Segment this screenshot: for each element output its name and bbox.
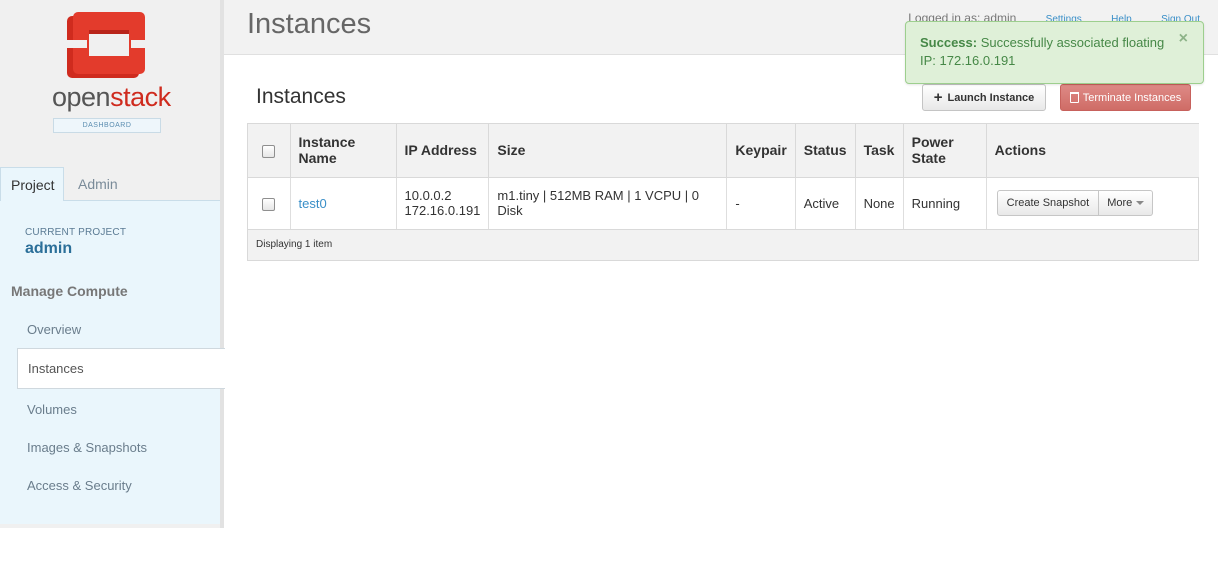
sidebar-item-volumes[interactable]: Volumes: [27, 402, 77, 417]
sidebar: openstack DASHBOARD Project Admin CURREN…: [0, 0, 225, 528]
terminate-instances-button[interactable]: Terminate Instances: [1060, 84, 1191, 111]
power-state-cell: Running: [903, 177, 987, 230]
nav-panel: CURRENT PROJECT admin Manage Compute Ove…: [0, 201, 225, 524]
brand-open: open: [52, 82, 111, 112]
plus-icon: +: [933, 89, 943, 106]
header-keypair[interactable]: Keypair: [726, 124, 796, 178]
trash-icon: [1069, 92, 1079, 103]
tab-project[interactable]: Project: [0, 167, 64, 202]
row-select-cell: [248, 177, 291, 230]
header-status[interactable]: Status: [795, 124, 856, 178]
row-checkbox[interactable]: [262, 197, 275, 211]
sidebar-item-overview[interactable]: Overview: [27, 322, 81, 337]
table-row: test0 10.0.0.2 172.16.0.191 m1.tiny | 51…: [248, 177, 1199, 230]
manage-compute-heading: Manage Compute: [11, 283, 128, 299]
size-cell: m1.tiny | 512MB RAM | 1 VCPU | 0 Disk: [488, 177, 728, 230]
close-icon[interactable]: ×: [1179, 30, 1188, 48]
current-project-label: CURRENT PROJECT: [25, 227, 127, 238]
brand-stack: stack: [110, 82, 171, 112]
instance-name-link[interactable]: test0: [299, 196, 327, 211]
sidebar-item-access-security[interactable]: Access & Security: [27, 478, 132, 493]
table-header-row: Instance Name IP Address Size Keypair St…: [248, 124, 1199, 178]
sidebar-item-instances[interactable]: Instances: [17, 348, 225, 389]
select-all-header: [248, 124, 291, 178]
alert-strong: Success:: [920, 35, 978, 50]
section-title: Instances: [256, 85, 346, 108]
caret-down-icon: [1136, 201, 1145, 205]
brand-wordmark[interactable]: openstack: [52, 82, 171, 113]
task-cell: None: [855, 177, 904, 230]
instances-table: Instance Name IP Address Size Keypair St…: [247, 123, 1199, 261]
header-instance-name[interactable]: Instance Name: [290, 124, 397, 178]
current-project-value[interactable]: admin: [25, 240, 72, 258]
actions-button-group: Create Snapshot More: [996, 190, 1191, 216]
instance-name-cell: test0: [290, 177, 397, 230]
terminate-instances-label: Terminate Instances: [1082, 91, 1182, 104]
create-snapshot-button[interactable]: Create Snapshot: [996, 190, 1100, 216]
actions-cell: Create Snapshot More: [986, 177, 1199, 230]
ip-floating: 172.16.0.191: [404, 203, 481, 218]
header-actions: Actions: [986, 124, 1199, 178]
header-ip-address[interactable]: IP Address: [396, 124, 490, 178]
status-cell: Active: [795, 177, 856, 230]
ip-address-cell: 10.0.0.2 172.16.0.191: [396, 177, 490, 230]
launch-instance-label: Launch Instance: [947, 91, 1035, 104]
launch-instance-button[interactable]: + Launch Instance: [922, 84, 1046, 111]
table-footer: Displaying 1 item: [248, 230, 1198, 260]
select-all-checkbox[interactable]: [262, 145, 275, 159]
header-power-state[interactable]: Power State: [903, 124, 987, 178]
ip-fixed: 10.0.0.2: [404, 188, 452, 203]
more-actions-button[interactable]: More: [1099, 190, 1154, 216]
header-size[interactable]: Size: [488, 124, 728, 178]
sidebar-tabs: Project Admin: [0, 167, 220, 202]
more-label: More: [1107, 197, 1133, 209]
header-task[interactable]: Task: [855, 124, 904, 178]
success-alert: Success: Successfully associated floatin…: [905, 21, 1204, 84]
page-title: Instances: [247, 8, 372, 40]
tab-admin[interactable]: Admin: [68, 167, 128, 201]
keypair-cell: -: [726, 177, 796, 230]
brand-badge: DASHBOARD: [53, 118, 161, 133]
sidebar-item-images-snapshots[interactable]: Images & Snapshots: [27, 440, 147, 455]
